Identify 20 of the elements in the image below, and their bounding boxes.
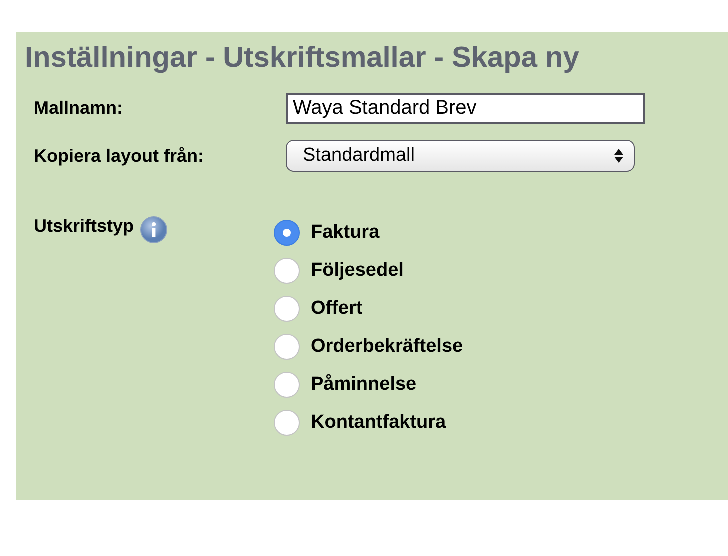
radio-button[interactable] bbox=[274, 258, 300, 284]
radio-option[interactable]: Kontantfaktura bbox=[274, 410, 464, 436]
radio-button[interactable] bbox=[274, 296, 300, 322]
field-label: Kopiera layout från: bbox=[34, 146, 206, 166]
radio-option[interactable]: Påminnelse bbox=[274, 372, 464, 398]
field-label: Utskriftstyp bbox=[34, 216, 134, 237]
radio-button[interactable] bbox=[274, 220, 300, 246]
radio-option[interactable]: Orderbekräftelse bbox=[274, 334, 464, 360]
radio-button[interactable] bbox=[274, 372, 300, 398]
page-title: Inställningar - Utskriftsmallar - Skapa ny bbox=[25, 42, 580, 75]
input-field[interactable]: Waya Standard Brev bbox=[286, 93, 645, 124]
info-icon[interactable] bbox=[140, 216, 168, 244]
radio-option[interactable]: Följesedel bbox=[274, 258, 464, 284]
radio-button[interactable] bbox=[274, 334, 300, 360]
field-label: Mallnamn: bbox=[34, 98, 124, 119]
radio-option[interactable]: Faktura bbox=[274, 220, 464, 246]
radio-button[interactable] bbox=[274, 410, 300, 436]
updown-arrows-icon bbox=[614, 148, 624, 164]
layout-dropdown[interactable]: Standardmall bbox=[286, 140, 635, 172]
radio-option[interactable]: Offert bbox=[274, 296, 464, 322]
